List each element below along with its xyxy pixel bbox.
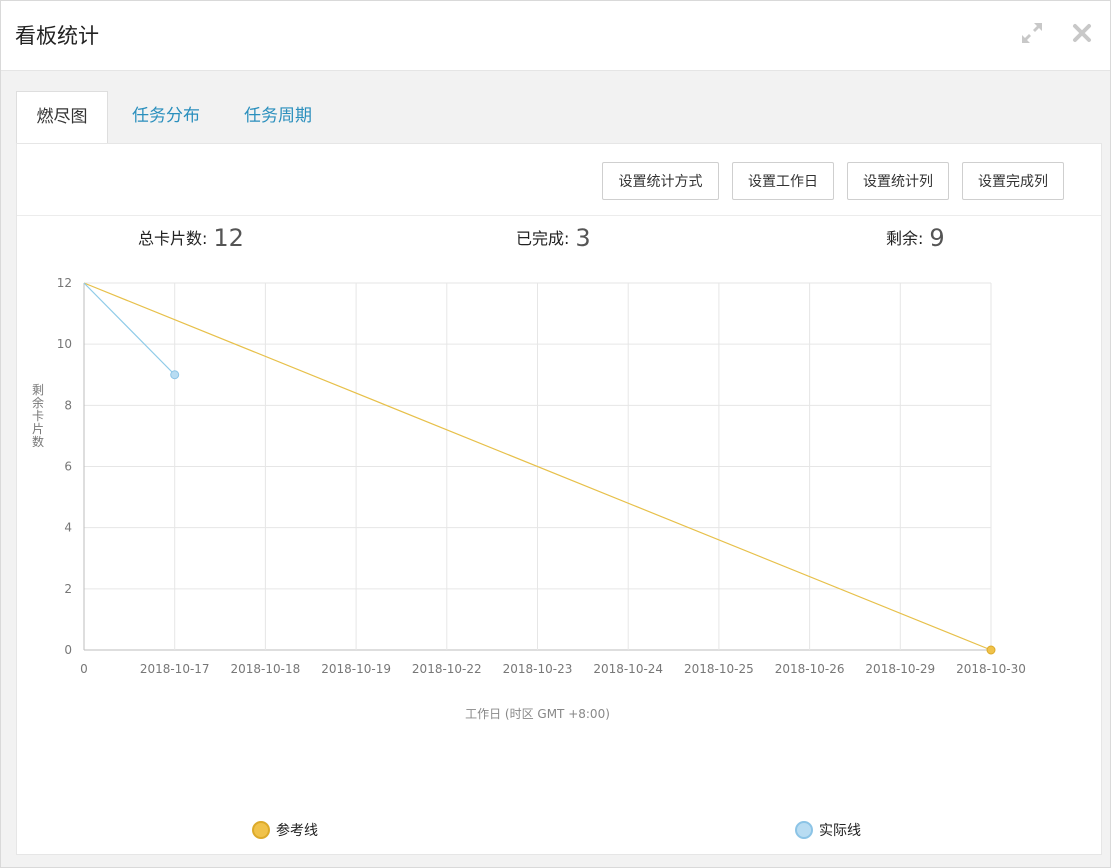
y-axis-label: 剩余卡片数 <box>32 383 44 449</box>
actual-point <box>170 370 180 380</box>
dialog-header: 看板统计 <box>1 1 1110 71</box>
x-tick-label: 2018-10-23 <box>503 662 573 676</box>
y-tick-label: 0 <box>64 643 72 657</box>
tab-burndown[interactable]: 燃尽图 <box>16 91 108 145</box>
legend-actual-swatch <box>795 821 813 839</box>
y-tick-label: 10 <box>57 337 72 351</box>
x-tick-label: 2018-10-18 <box>231 662 301 676</box>
tab-bar: 燃尽图 任务分布 任务周期 <box>16 91 1102 145</box>
x-tick-label: 2018-10-24 <box>593 662 663 676</box>
x-tick-label: 2018-10-17 <box>140 662 210 676</box>
y-tick-label: 12 <box>57 276 72 290</box>
legend-item-actual[interactable]: 实际线 <box>795 820 861 840</box>
legend-item-reference[interactable]: 参考线 <box>252 820 318 840</box>
tab-task-cycle[interactable]: 任务周期 <box>229 91 327 144</box>
burndown-panel: 设置统计方式 设置工作日 设置统计列 设置完成列 总卡片数: 12 已完成: 3 剩… <box>16 143 1102 855</box>
y-tick-label: 8 <box>64 398 72 412</box>
burndown-chart: 0 2 4 6 8 10 12 0 2018-10-17 2018-10-18 2018-10-19… <box>32 276 1026 721</box>
close-icon[interactable] <box>1069 20 1095 46</box>
y-tick-label: 6 <box>64 460 72 474</box>
dialog-title: 看板统计 <box>15 24 99 48</box>
legend-reference-swatch <box>252 821 270 839</box>
reference-point <box>986 645 996 655</box>
x-axis-label: 工作日 (时区 GMT +8:00) <box>465 707 610 721</box>
y-tick-label: 4 <box>64 521 72 535</box>
dialog-body: 燃尽图 任务分布 任务周期 设置统计方式 设置工作日 设置统计列 设置完成列 总… <box>1 71 1110 867</box>
x-tick-label: 2018-10-26 <box>775 662 845 676</box>
x-tick-label: 0 <box>80 662 88 676</box>
x-tick-label: 2018-10-30 <box>956 662 1026 676</box>
expand-icon[interactable] <box>1019 20 1045 46</box>
y-tick-label: 2 <box>64 582 72 596</box>
actual-line <box>83 282 176 376</box>
x-tick-label: 2018-10-25 <box>684 662 754 676</box>
legend-reference-label: 参考线 <box>276 823 318 839</box>
tab-task-distribution[interactable]: 任务分布 <box>117 91 215 144</box>
legend-actual-label: 实际线 <box>819 823 861 839</box>
x-tick-label: 2018-10-22 <box>412 662 482 676</box>
x-tick-label: 2018-10-19 <box>321 662 391 676</box>
kanban-stats-dialog: 看板统计 燃尽图 任务分布 任务周期 设置统计方式 设置工作日 设置统计列 设置… <box>0 0 1111 868</box>
x-tick-label: 2018-10-29 <box>865 662 935 676</box>
